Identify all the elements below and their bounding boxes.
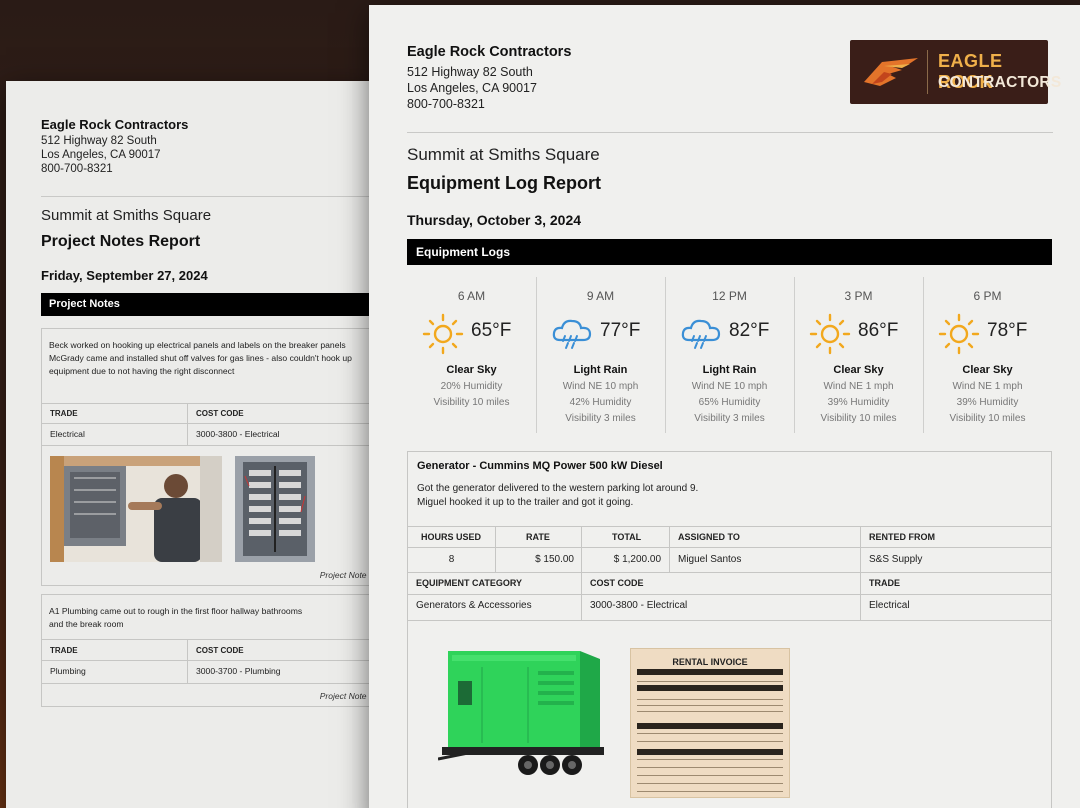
rate-header: RATE	[526, 532, 550, 542]
phone: 800-700-8321	[41, 163, 113, 175]
weather-slot: 3 PM 86°F Clear Sky Wind NE 1 mph 39% Hu…	[794, 277, 923, 433]
section-header: Project Notes	[41, 293, 380, 316]
equipment-log-report-sheet: Eagle Rock Contractors 512 Highway 82 So…	[369, 5, 1080, 808]
phone: 800-700-8321	[407, 97, 485, 111]
logo-text-line2: CONTRACTORS	[938, 74, 1062, 91]
report-date: Thursday, October 3, 2024	[407, 212, 582, 228]
address-line2: Los Angeles, CA 90017	[407, 81, 537, 95]
generator-photo[interactable]	[438, 647, 608, 777]
section-header: Equipment Logs	[407, 239, 1052, 265]
address-line2: Los Angeles, CA 90017	[41, 149, 161, 161]
equipment-log-card: Generator - Cummins MQ Power 500 kW Dies…	[407, 451, 1052, 808]
trade-value: Plumbing	[50, 666, 86, 676]
breaker-panel-photo[interactable]	[235, 456, 315, 562]
equipment-category-value: Generators & Accessories	[416, 600, 532, 611]
sun-icon	[938, 313, 980, 355]
photo-caption: Project Note fo	[319, 691, 376, 701]
weather-slot: 12 PM 82°F Light Rain Wind NE 10 mph 65%…	[665, 277, 794, 433]
report-date: Friday, September 27, 2024	[41, 268, 208, 283]
note-text: A1 Plumbing came out to rough in the fir…	[49, 606, 303, 629]
photo-caption: Project Note fo	[319, 570, 376, 580]
cost-code-header: COST CODE	[196, 646, 244, 655]
rented-from-value: S&S Supply	[869, 554, 923, 565]
rain-cloud-icon	[552, 319, 592, 349]
equipment-category-header: EQUIPMENT CATEGORY	[416, 578, 523, 588]
project-note-card: Beck worked on hooking up electrical pan…	[41, 328, 380, 586]
cost-code-value: 3000-3800 - Electrical	[590, 600, 688, 611]
eagle-logo-icon	[864, 58, 918, 86]
equipment-description-line2: Miguel hooked it up to the trailer and g…	[417, 497, 634, 508]
project-note-card: A1 Plumbing came out to rough in the fir…	[41, 594, 380, 707]
cost-code-header: COST CODE	[196, 409, 244, 418]
project-name: Summit at Smiths Square	[407, 145, 600, 164]
rain-cloud-icon	[681, 319, 721, 349]
report-title: Project Notes Report	[41, 233, 201, 250]
hours-used-header: HOURS USED	[421, 532, 482, 542]
trade-header: TRADE	[869, 578, 900, 588]
sun-icon	[809, 313, 851, 355]
company-name: Eagle Rock Contractors	[407, 44, 572, 60]
weather-slot: 6 PM 78°F Clear Sky Wind NE 1 mph 39% Hu…	[923, 277, 1052, 433]
sun-icon	[422, 313, 464, 355]
weather-slot: 9 AM 77°F Light Rain Wind NE 10 mph 42% …	[536, 277, 665, 433]
trade-value: Electrical	[50, 429, 85, 439]
trade-value: Electrical	[869, 600, 910, 611]
trade-header: TRADE	[50, 646, 78, 655]
rental-invoice-photo[interactable]: RENTAL INVOICE	[630, 648, 790, 798]
cost-code-value: 3000-3700 - Plumbing	[196, 666, 281, 676]
assigned-to-value: Miguel Santos	[678, 554, 742, 565]
hours-used-value: 8	[448, 554, 455, 565]
project-notes-report-sheet: Eagle Rock Contractors 512 Highway 82 So…	[6, 81, 380, 808]
weather-slot: 6 AM 65°F Clear Sky 20% Humidity Visibil…	[407, 277, 536, 433]
address-line1: 512 Highway 82 South	[41, 135, 157, 147]
company-logo: EAGLE ROCK CONTRACTORS	[850, 40, 1061, 104]
electrician-photo[interactable]	[50, 456, 222, 562]
report-title: Equipment Log Report	[407, 173, 601, 193]
equipment-description-line1: Got the generator delivered to the weste…	[417, 483, 699, 494]
rate-value: $ 150.00	[535, 554, 574, 565]
divider	[407, 132, 1053, 133]
cost-code-header: COST CODE	[590, 578, 644, 588]
company-name: Eagle Rock Contractors	[41, 117, 189, 132]
trade-header: TRADE	[50, 409, 78, 418]
cost-code-value: 3000-3800 - Electrical	[196, 429, 280, 439]
assigned-to-header: ASSIGNED TO	[678, 532, 740, 542]
note-text: Beck worked on hooking up electrical pan…	[49, 340, 352, 376]
equipment-name: Generator - Cummins MQ Power 500 kW Dies…	[417, 460, 663, 472]
rented-from-header: RENTED FROM	[869, 532, 935, 542]
invoice-title: RENTAL INVOICE	[672, 657, 748, 667]
project-name: Summit at Smiths Square	[41, 207, 212, 224]
address-line1: 512 Highway 82 South	[407, 65, 533, 79]
divider	[41, 196, 380, 197]
total-header: TOTAL	[612, 532, 642, 542]
total-value: $ 1,200.00	[613, 554, 661, 565]
